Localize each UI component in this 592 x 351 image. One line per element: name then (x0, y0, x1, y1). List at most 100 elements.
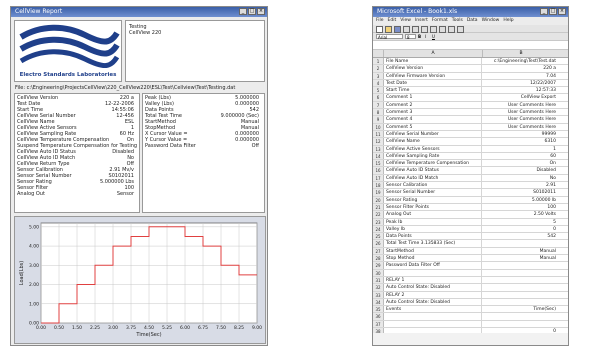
cell-b[interactable]: User Comments Here (482, 102, 558, 108)
row-number[interactable]: 3 (373, 72, 384, 79)
cell-a[interactable] (384, 269, 482, 276)
cell-a[interactable]: Sensor Serial Number (384, 189, 482, 196)
cell-b[interactable]: User Comments Here (482, 116, 558, 122)
menu-window[interactable]: Window (482, 17, 500, 25)
cell-b[interactable] (482, 262, 558, 268)
cell-b[interactable] (482, 284, 558, 290)
maximize-button[interactable]: □ (248, 8, 256, 15)
column-header-a[interactable]: A (384, 50, 483, 57)
menu-insert[interactable]: Insert (415, 17, 428, 25)
excel-titlebar[interactable]: Microsoft Excel - Book1.xls _ □ × (373, 7, 568, 17)
cell-a[interactable]: CellView Sampling Rate (384, 152, 482, 160)
chart-wizard-icon[interactable] (457, 26, 464, 33)
close-button[interactable]: × (558, 8, 566, 15)
cell-b[interactable]: Disabled (482, 167, 558, 173)
cell-a[interactable]: Comment 5 (384, 123, 482, 130)
row-number[interactable]: 18 (373, 182, 384, 189)
menu-tools[interactable]: Tools (452, 17, 463, 25)
row-number[interactable]: 27 (373, 247, 384, 255)
cell-b[interactable]: User Comments Here (482, 109, 558, 115)
cell-b[interactable]: c:\Engineering\Test\Test.dat (482, 58, 558, 64)
row-number[interactable]: 17 (373, 174, 384, 182)
cell-b[interactable] (482, 313, 558, 319)
cell-b[interactable]: 7.04 (482, 73, 558, 79)
print-icon[interactable] (403, 26, 410, 33)
font-name-select[interactable]: Arial (376, 34, 403, 40)
cell-b[interactable]: 5 (482, 219, 558, 225)
cell-b[interactable] (482, 292, 558, 298)
row-number[interactable]: 7 (373, 101, 384, 109)
row-number[interactable]: 34 (373, 298, 384, 306)
cell-a[interactable]: Auto Control State: Disabled (384, 298, 482, 306)
cell-a[interactable]: Events (384, 306, 482, 313)
maximize-button[interactable]: □ (549, 8, 557, 15)
row-number[interactable]: 13 (373, 145, 384, 152)
row-number[interactable]: 33 (373, 291, 384, 298)
cell-b[interactable] (482, 240, 558, 246)
cell-a[interactable]: Comment 2 (384, 101, 482, 109)
cell-b[interactable]: Manual (482, 255, 558, 261)
menu-view[interactable]: View (400, 17, 411, 25)
cell-a[interactable]: Test Date (384, 79, 482, 87)
row-number[interactable]: 5 (373, 87, 384, 94)
cell-b[interactable]: 12:57:33 (482, 87, 558, 93)
cell-a[interactable] (384, 320, 482, 327)
underline-icon[interactable]: U (432, 34, 437, 39)
cell-b[interactable]: 2.50 Volts (482, 211, 558, 217)
paste-icon[interactable] (430, 26, 437, 33)
row-number[interactable]: 19 (373, 189, 384, 196)
cell-a[interactable]: Sensor Filter Points (384, 203, 482, 211)
cell-a[interactable]: CellView Auto ID Status (384, 167, 482, 174)
new-icon[interactable] (376, 26, 383, 33)
cell-b[interactable]: 100 (482, 204, 558, 210)
row-number[interactable]: 26 (373, 240, 384, 247)
row-number[interactable]: 31 (373, 276, 384, 284)
cell-a[interactable]: Analog Out (384, 211, 482, 218)
cell-a[interactable]: RELAY 2 (384, 291, 482, 298)
cell-b[interactable]: 6310 (482, 138, 558, 144)
cell-b[interactable] (482, 270, 558, 276)
cell-a[interactable]: Sensor Calibration (384, 182, 482, 189)
cell-a[interactable]: Comment 4 (384, 116, 482, 123)
cell-a[interactable]: Sensor Rating (384, 196, 482, 203)
close-button[interactable]: × (257, 8, 265, 15)
cell-b[interactable]: 99999 (482, 131, 558, 137)
cell-a[interactable] (384, 313, 482, 320)
cell-a[interactable]: StartMethod (384, 247, 482, 255)
cell-b[interactable]: CellView Export (482, 94, 558, 100)
cell-a[interactable]: CellView Name (384, 138, 482, 145)
row-number[interactable]: 15 (373, 160, 384, 167)
cell-a[interactable]: File Name (384, 58, 482, 65)
cell-b[interactable] (482, 277, 558, 283)
notes-panel[interactable]: Testing CellView 220 (125, 20, 265, 82)
cell-a[interactable]: Comment 1 (384, 94, 482, 101)
report-titlebar[interactable]: CellView Report _ □ × (11, 7, 267, 17)
cell-a[interactable]: Password Data Filter Off (384, 262, 482, 269)
menu-file[interactable]: File (376, 17, 384, 25)
cell-a[interactable]: CellView Serial Number (384, 130, 482, 138)
row-number[interactable]: 24 (373, 225, 384, 233)
row-number[interactable]: 6 (373, 94, 384, 101)
menu-edit[interactable]: Edit (388, 17, 397, 25)
cell-a[interactable]: Auto Control State: Disabled (384, 284, 482, 291)
column-header-b[interactable]: B (483, 50, 559, 57)
cell-a[interactable]: Peak Ib (384, 218, 482, 225)
cell-a[interactable]: Data Points (384, 233, 482, 240)
cell-a[interactable]: CellView Auto ID Match (384, 174, 482, 182)
minimize-button[interactable]: _ (540, 8, 548, 15)
cell-a[interactable]: Total Test Time 3.135833 (Sec) (384, 240, 482, 247)
cell-b[interactable]: 5.00000 lb (482, 197, 558, 203)
cell-b[interactable]: 220 a (482, 65, 558, 71)
undo-icon[interactable] (439, 26, 446, 33)
cell-b[interactable]: 12/22/2007 (482, 80, 558, 86)
font-size-select[interactable]: 8 (405, 34, 416, 40)
cell-b[interactable] (482, 321, 558, 327)
cell-a[interactable]: CellView Firmware Version (384, 72, 482, 79)
cell-a[interactable]: RELAY 1 (384, 276, 482, 284)
cell-a[interactable]: Valley Ib (384, 225, 482, 233)
cell-b[interactable]: Time(Sec) (482, 306, 558, 312)
cell-b[interactable]: 0 (482, 226, 558, 232)
menu-help[interactable]: Help (503, 17, 513, 25)
row-number[interactable]: 9 (373, 116, 384, 123)
cut-icon[interactable] (412, 26, 419, 33)
